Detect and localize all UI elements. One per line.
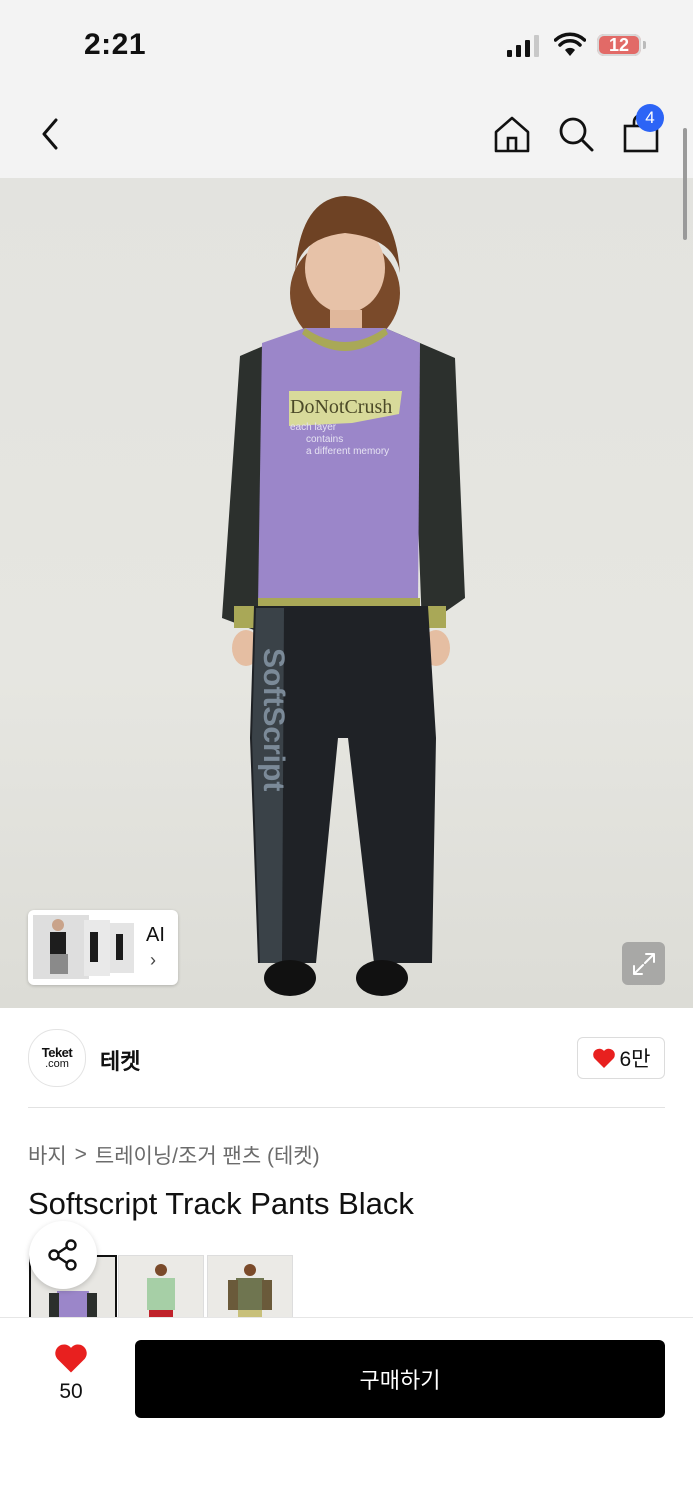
shirt-graphic-line-2: contains	[306, 434, 343, 445]
shirt-graphic-line-3: a different memory	[306, 446, 389, 457]
product-hero-image[interactable]: DoNotCrush each layer contains a differe…	[0, 178, 693, 1008]
status-time: 2:21	[84, 28, 147, 61]
cart-count-badge: 4	[636, 104, 664, 132]
wishlist-count: 50	[59, 1380, 83, 1403]
divider	[28, 1107, 665, 1108]
back-button[interactable]	[30, 90, 70, 178]
search-icon	[559, 117, 594, 152]
chevron-left-icon	[42, 118, 58, 150]
brand-logo-text-bottom: .com	[45, 1058, 69, 1070]
shirt-graphic-title: DoNotCrush	[290, 396, 392, 418]
brand-name[interactable]: 테켓	[100, 1044, 140, 1076]
cellular-signal-icon	[507, 35, 539, 57]
expand-icon	[632, 952, 655, 975]
color-option-3[interactable]	[207, 1255, 293, 1323]
home-button[interactable]	[490, 90, 534, 178]
buy-button[interactable]: 구매하기	[135, 1340, 665, 1418]
search-button[interactable]	[554, 90, 598, 178]
cart-button[interactable]	[618, 90, 664, 178]
color-option-2[interactable]	[118, 1255, 204, 1323]
breadcrumb-subcategory[interactable]: 트레이닝/조거 팬츠 (테켓)	[95, 1140, 320, 1170]
breadcrumb-separator-icon: >	[74, 1143, 87, 1166]
breadcrumb-category[interactable]: 바지	[28, 1140, 67, 1170]
brand-row: Teket .com 테켓 6만	[0, 1008, 693, 1108]
model-photo: DoNotCrush each layer contains a differe…	[222, 196, 465, 996]
heart-icon	[592, 1048, 615, 1068]
brand-like-count: 6만	[619, 1048, 651, 1071]
ai-styling-preview	[33, 915, 134, 979]
battery-level: 12	[608, 35, 630, 55]
breadcrumb: 바지 > 트레이닝/조거 팬츠 (테켓)	[28, 1140, 320, 1170]
home-icon	[494, 116, 530, 153]
color-option-3-image	[208, 1256, 292, 1322]
status-bar: 2:21 12	[0, 0, 693, 90]
wishlist-button[interactable]: 50	[38, 1342, 104, 1404]
shirt-graphic-line-1: each layer	[290, 422, 337, 433]
color-option-2-image	[119, 1256, 203, 1322]
share-button[interactable]	[29, 1221, 97, 1289]
scroll-indicator	[683, 128, 687, 240]
heart-icon	[55, 1344, 87, 1373]
pants-print-text: SoftScript	[257, 648, 290, 791]
expand-image-button[interactable]	[622, 942, 665, 985]
top-nav-bar	[0, 90, 693, 178]
chevron-right-icon: ›	[150, 950, 156, 970]
battery-icon: 12	[597, 34, 647, 58]
ai-styling-thumbnail[interactable]: AI ›	[28, 910, 178, 985]
share-icon	[48, 1239, 77, 1271]
brand-logo[interactable]: Teket .com	[28, 1029, 86, 1087]
brand-like-button[interactable]: 6만	[577, 1037, 665, 1079]
wifi-icon	[554, 32, 586, 56]
product-title: Softscript Track Pants Black	[28, 1186, 414, 1221]
ai-label: AI	[146, 924, 165, 946]
bottom-action-bar: 50 구매하기	[0, 1318, 693, 1500]
